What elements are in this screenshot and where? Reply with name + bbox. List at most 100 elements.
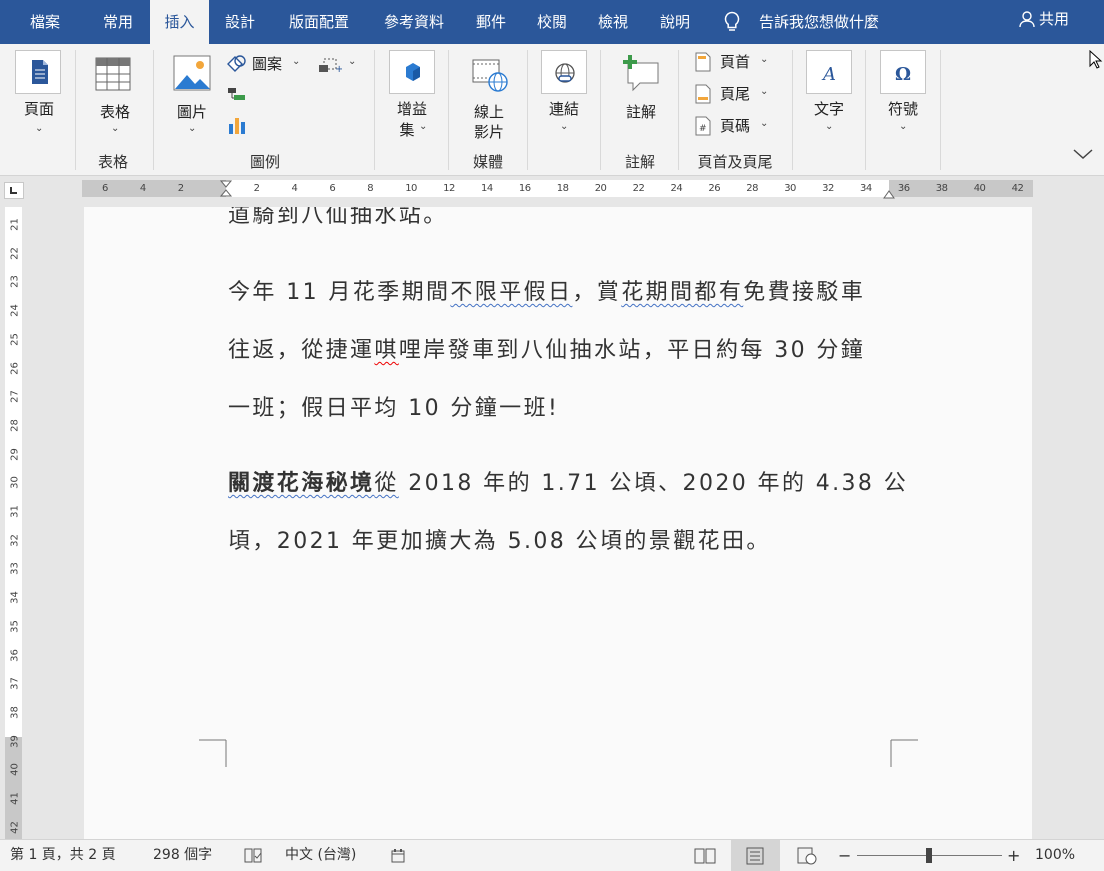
page-number-icon: # xyxy=(695,116,711,136)
chevron-down-icon: ⌄ xyxy=(899,121,908,132)
link-icon xyxy=(541,50,587,94)
indent-marker-icon[interactable] xyxy=(219,180,233,204)
ruler-tick-label: 27 xyxy=(9,390,21,404)
zoom-slider-thumb[interactable] xyxy=(926,848,932,863)
ruler-tick-label: 16 xyxy=(518,183,531,194)
ruler-tick-label: 42 xyxy=(1011,183,1024,194)
read-mode-icon[interactable] xyxy=(694,847,716,865)
word-count[interactable]: 298 個字 xyxy=(153,840,212,871)
ruler-tick-label: 4 xyxy=(139,183,146,194)
ruler-tick-label: 2 xyxy=(177,183,184,194)
shapes-label: 圖案 xyxy=(252,55,283,73)
table-button[interactable]: 表格 ⌄ xyxy=(88,47,142,139)
smartart-icon xyxy=(228,88,245,100)
proofing-icon[interactable] xyxy=(243,847,263,865)
ruler-tick-label: 38 xyxy=(9,706,21,719)
addins-button[interactable]: 增益 集 ⌄ xyxy=(387,47,437,139)
lightbulb-icon xyxy=(724,11,740,31)
header-button[interactable]: 頁首 ⌄ xyxy=(692,50,776,74)
group-header-footer-label: 頁首及頁尾 xyxy=(697,153,773,171)
online-video-button[interactable]: 線上 影片 xyxy=(462,47,516,141)
tab-file[interactable]: 檔案 xyxy=(15,0,75,44)
document-page[interactable]: 道騎到八仙抽水站。 今年 11 月花季期間不限平假日，賞花期間都有免費接駁車 往… xyxy=(84,207,1032,839)
page-count[interactable]: 第 1 頁，共 2 頁 xyxy=(10,840,116,871)
language[interactable]: 中文 (台灣) xyxy=(285,840,356,871)
addins-label-1: 增益 xyxy=(396,100,427,118)
menu-bar: 檔案 常用 插入 設計 版面配置 參考資料 郵件 校閱 檢視 說明 告訴我您想做… xyxy=(0,0,1104,44)
paragraph-1-line-1: 今年 11 月花季期間不限平假日，賞花期間都有免費接駁車 xyxy=(228,280,866,305)
horizontal-ruler[interactable]: 6 4 2 2 4 6 8 10 12 14 16 18 20 22 24 26 28 30 32 34 36 38 40 4… xyxy=(82,180,1033,200)
status-bar: 第 1 頁，共 2 頁 298 個字 中文 (台灣) − + 100% xyxy=(0,839,1104,871)
shapes-button[interactable]: 圖案 ⌄ xyxy=(224,52,304,76)
comment-button[interactable]: 註解 xyxy=(614,47,668,139)
textbox-icon: A xyxy=(806,50,852,94)
text-line-0: 道騎到八仙抽水站。 xyxy=(228,207,448,228)
ruler-tick-label: 22 xyxy=(632,183,645,194)
pictures-label: 圖片 xyxy=(176,103,207,121)
page-icon xyxy=(15,50,61,94)
screenshot-button[interactable]: + ⌄ xyxy=(318,54,358,76)
zoom-out-button[interactable]: − xyxy=(838,840,851,871)
header-label: 頁首 xyxy=(720,53,751,71)
links-button[interactable]: 連結 ⌄ xyxy=(539,47,589,139)
web-layout-icon[interactable] xyxy=(796,847,818,865)
tab-view[interactable]: 檢視 xyxy=(586,0,640,44)
tab-insert[interactable]: 插入 xyxy=(150,0,209,44)
svg-text:#: # xyxy=(699,124,707,134)
page-number-button[interactable]: # 頁碼 ⌄ xyxy=(692,114,776,138)
paragraph-2-line-2: 頃，2021 年更加擴大為 5.08 公頃的景觀花田。 xyxy=(228,529,771,554)
pictures-button[interactable]: 圖片 ⌄ xyxy=(165,47,219,139)
right-indent-marker-icon[interactable] xyxy=(882,188,896,200)
accessibility-icon[interactable] xyxy=(390,848,406,864)
collapse-ribbon-button[interactable] xyxy=(1070,142,1096,166)
ruler-tick-label: 2 xyxy=(253,183,260,194)
ruler-tick-label: 32 xyxy=(822,183,834,194)
ruler-tick-label: 23 xyxy=(9,275,21,289)
table-icon xyxy=(95,57,131,91)
ruler-tick-label: 14 xyxy=(481,183,493,194)
chevron-down-icon: ⌄ xyxy=(760,54,769,65)
smartart-button[interactable] xyxy=(226,84,248,106)
paragraph-1-line-3: 一班；假日平均 10 分鐘一班! xyxy=(228,396,560,421)
online-video-label-2: 影片 xyxy=(473,123,504,141)
tab-design[interactable]: 設計 xyxy=(211,0,269,44)
tab-references[interactable]: 參考資料 xyxy=(370,0,458,44)
online-video-label-1: 線上 xyxy=(473,103,504,121)
footer-button[interactable]: 頁尾 ⌄ xyxy=(692,82,776,106)
symbols-label: 符號 xyxy=(887,100,918,118)
symbols-button[interactable]: Ω 符號 ⌄ xyxy=(878,47,928,139)
ruler-tick-label: 21 xyxy=(9,218,21,231)
tab-selector[interactable] xyxy=(4,182,24,199)
text-label: 文字 xyxy=(813,100,844,118)
pages-button[interactable]: 頁面 ⌄ xyxy=(12,47,66,139)
ruler-tick-label: 30 xyxy=(784,183,796,194)
ruler-tick-label: 34 xyxy=(860,183,872,194)
tab-mailings[interactable]: 郵件 xyxy=(464,0,518,44)
zoom-level[interactable]: 100% xyxy=(1035,840,1075,871)
svg-text:A: A xyxy=(821,64,836,85)
chevron-down-icon: ⌄ xyxy=(760,118,769,129)
omega-icon: Ω xyxy=(880,50,926,94)
zoom-in-button[interactable]: + xyxy=(1007,840,1020,871)
ruler-tick-label: 20 xyxy=(594,183,607,194)
ruler-tick-label: 28 xyxy=(746,183,759,194)
mouse-pointer-icon xyxy=(1089,50,1103,69)
chart-button[interactable] xyxy=(226,114,248,136)
margin-corner-left xyxy=(199,739,227,767)
horizontal-ruler-row: 6 4 2 2 4 6 8 10 12 14 16 18 20 22 24 26 28 30 32 34 36 38 40 4… xyxy=(0,177,1104,201)
footer-label: 頁尾 xyxy=(720,85,751,103)
table-label: 表格 xyxy=(99,103,130,121)
tab-review[interactable]: 校閱 xyxy=(524,0,580,44)
tab-home[interactable]: 常用 xyxy=(88,0,148,44)
print-layout-button[interactable] xyxy=(731,840,780,871)
text-button[interactable]: A 文字 ⌄ xyxy=(804,47,854,139)
tab-help[interactable]: 說明 xyxy=(648,0,702,44)
vertical-ruler[interactable]: 21 22 23 24 25 26 27 28 29 30 31 32 33 34 35 36 37 38 39 40… xyxy=(5,207,22,839)
ruler-tick-label: 35 xyxy=(9,619,21,633)
ruler-tick-label: 32 xyxy=(9,533,21,547)
ruler-tick-label: 38 xyxy=(935,183,948,194)
header-icon xyxy=(695,52,711,72)
tab-layout[interactable]: 版面配置 xyxy=(277,0,361,44)
vertical-scrollbar[interactable] xyxy=(1089,201,1104,839)
links-label: 連結 xyxy=(548,100,579,118)
